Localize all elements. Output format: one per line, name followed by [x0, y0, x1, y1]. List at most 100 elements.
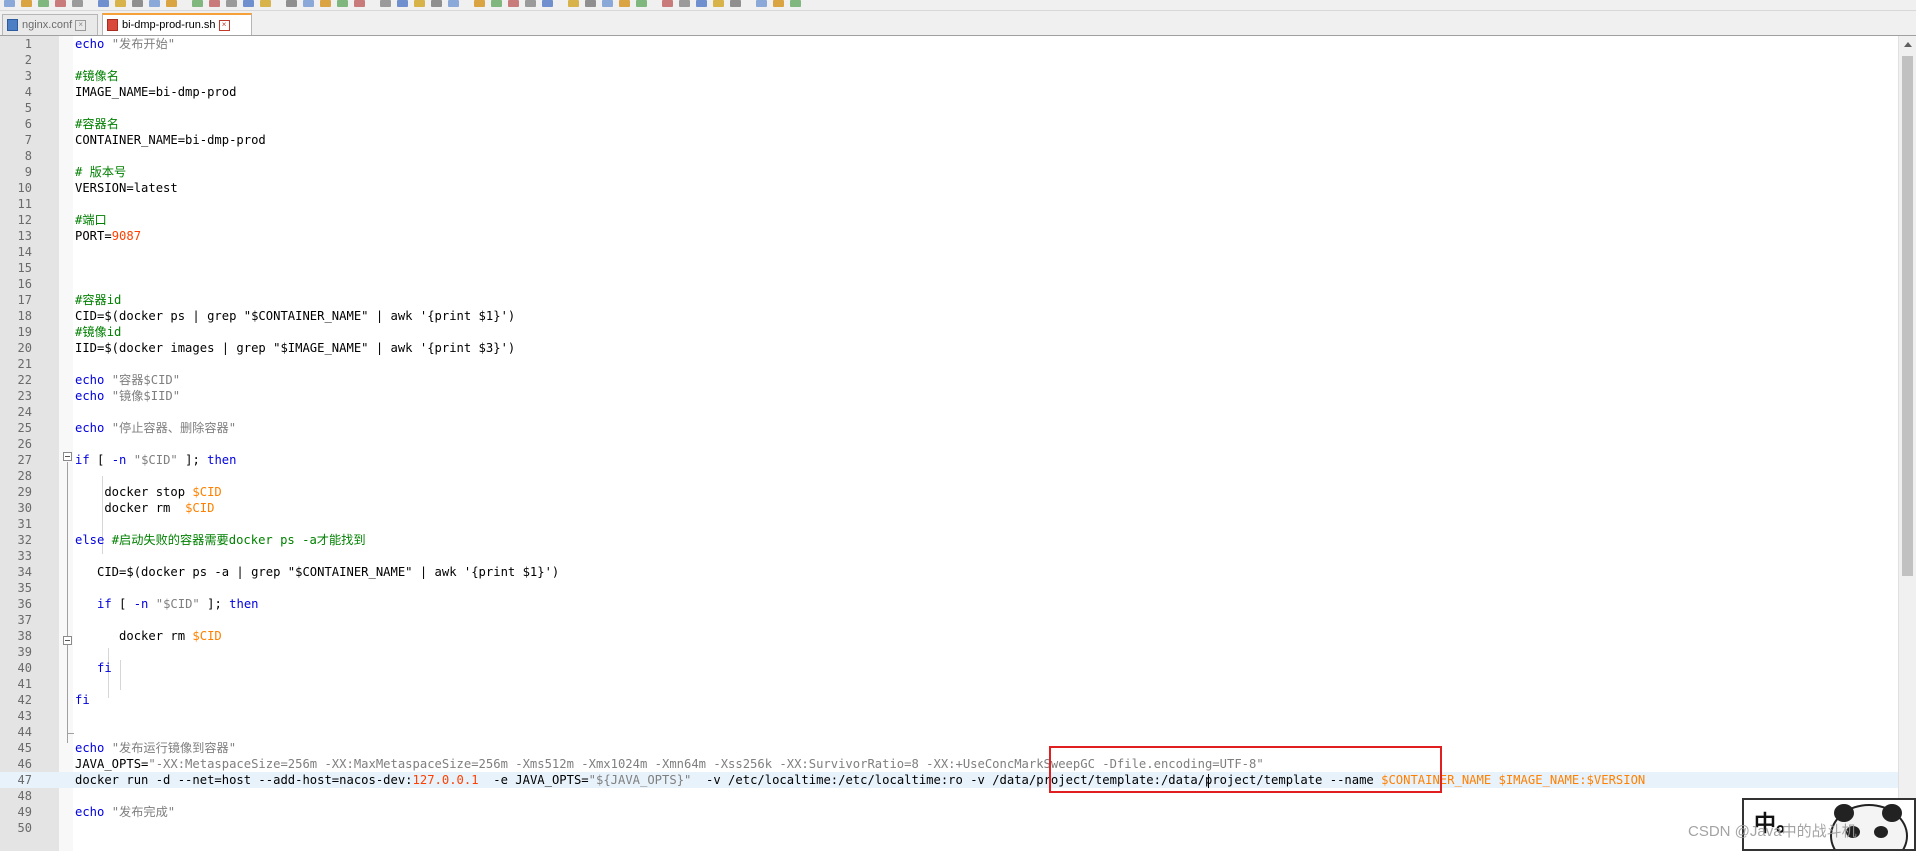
- code-line[interactable]: 37: [0, 612, 1898, 628]
- code-line[interactable]: 36 if [ -n "$CID" ]; then: [0, 596, 1898, 612]
- close-icon[interactable]: ×: [218, 19, 230, 31]
- toolbar-button-icon[interactable]: [713, 0, 724, 7]
- toolbar-button-icon[interactable]: [149, 0, 160, 7]
- toolbar-button-icon[interactable]: [431, 0, 442, 7]
- code-line[interactable]: 32 else #启动失败的容器需要docker ps -a才能找到: [0, 532, 1898, 548]
- code-line[interactable]: 19 #镜像id: [0, 324, 1898, 340]
- code-line[interactable]: 11: [0, 196, 1898, 212]
- toolbar-button-icon[interactable]: [448, 0, 459, 7]
- code-line[interactable]: 40 fi: [0, 660, 1898, 676]
- toolbar-button-icon[interactable]: [209, 0, 220, 7]
- close-icon[interactable]: ×: [75, 19, 87, 31]
- scrollbar-thumb[interactable]: [1902, 56, 1913, 576]
- toolbar-button-icon[interactable]: [115, 0, 126, 7]
- toolbar-button-icon[interactable]: [55, 0, 66, 7]
- toolbar-button-icon[interactable]: [474, 0, 485, 7]
- code-line[interactable]: 4 IMAGE_NAME=bi-dmp-prod: [0, 84, 1898, 100]
- toolbar-button-icon[interactable]: [679, 0, 690, 7]
- code-line[interactable]: 16: [0, 276, 1898, 292]
- toolbar-button-icon[interactable]: [756, 0, 767, 7]
- toolbar-button-icon[interactable]: [4, 0, 15, 7]
- code-line[interactable]: 46 JAVA_OPTS="-XX:MetaspaceSize=256m -XX:…: [0, 756, 1898, 772]
- code-line[interactable]: 27 if [ -n "$CID" ]; then: [0, 452, 1898, 468]
- code-line[interactable]: 33: [0, 548, 1898, 564]
- toolbar-button-icon[interactable]: [585, 0, 596, 7]
- toolbar-button-icon[interactable]: [602, 0, 613, 7]
- toolbar-button-icon[interactable]: [286, 0, 297, 7]
- code-line[interactable]: 41: [0, 676, 1898, 692]
- toolbar-button-icon[interactable]: [414, 0, 425, 7]
- code-line[interactable]: 24: [0, 404, 1898, 420]
- toolbar-button-icon[interactable]: [226, 0, 237, 7]
- vertical-scrollbar[interactable]: [1898, 36, 1916, 851]
- code-line[interactable]: 2: [0, 52, 1898, 68]
- toolbar-button-icon[interactable]: [38, 0, 49, 7]
- code-line[interactable]: 25 echo "停止容器、删除容器": [0, 420, 1898, 436]
- toolbar-button-icon[interactable]: [508, 0, 519, 7]
- code-line[interactable]: 17 #容器id: [0, 292, 1898, 308]
- code-line[interactable]: 10 VERSION=latest: [0, 180, 1898, 196]
- code-line[interactable]: 49 echo "发布完成": [0, 804, 1898, 820]
- code-line[interactable]: 22 echo "容器$CID": [0, 372, 1898, 388]
- toolbar-button-icon[interactable]: [696, 0, 707, 7]
- code-line[interactable]: 35: [0, 580, 1898, 596]
- code-line[interactable]: 39: [0, 644, 1898, 660]
- toolbar-button-icon[interactable]: [730, 0, 741, 7]
- toolbar-button-icon[interactable]: [636, 0, 647, 7]
- code-line[interactable]: 3 #镜像名: [0, 68, 1898, 84]
- code-line[interactable]: 6 #容器名: [0, 116, 1898, 132]
- toolbar-button-icon[interactable]: [491, 0, 502, 7]
- code-line[interactable]: 26: [0, 436, 1898, 452]
- code-line[interactable]: 47 docker run -d --net=host --add-host=na…: [0, 772, 1898, 788]
- code-editor[interactable]: 1 echo "发布开始" 2 3 #镜像名 4 IMAGE_NAME=bi-dmp-pro…: [0, 36, 1916, 851]
- toolbar-button-icon[interactable]: [790, 0, 801, 7]
- code-line[interactable]: 14: [0, 244, 1898, 260]
- toolbar-button-icon[interactable]: [320, 0, 331, 7]
- toolbar-button-icon[interactable]: [619, 0, 630, 7]
- tab-nginx-conf[interactable]: nginx.conf ×: [2, 14, 98, 35]
- code-line[interactable]: 15: [0, 260, 1898, 276]
- code-line[interactable]: 34 CID=$(docker ps -a | grep "$CONTAINER…: [0, 564, 1898, 580]
- toolbar-button-icon[interactable]: [166, 0, 177, 7]
- code-line[interactable]: 44: [0, 724, 1898, 740]
- code-line[interactable]: 21: [0, 356, 1898, 372]
- toolbar-button-icon[interactable]: [662, 0, 673, 7]
- scroll-up-icon[interactable]: [1904, 42, 1912, 47]
- toolbar-button-icon[interactable]: [21, 0, 32, 7]
- code-line[interactable]: 13 PORT=9087: [0, 228, 1898, 244]
- code-line[interactable]: 23 echo "镜像$IID": [0, 388, 1898, 404]
- code-line[interactable]: 38 docker rm $CID: [0, 628, 1898, 644]
- code-line[interactable]: 31: [0, 516, 1898, 532]
- toolbar-button-icon[interactable]: [260, 0, 271, 7]
- tab-bi-dmp-prod-run-sh[interactable]: bi-dmp-prod-run.sh ×: [102, 13, 252, 35]
- toolbar-button-icon[interactable]: [773, 0, 784, 7]
- toolbar-button-icon[interactable]: [72, 0, 83, 7]
- toolbar-button-icon[interactable]: [542, 0, 553, 7]
- code-line[interactable]: 50: [0, 820, 1898, 836]
- code-line[interactable]: 28: [0, 468, 1898, 484]
- toolbar-button-icon[interactable]: [132, 0, 143, 7]
- code-line[interactable]: 48: [0, 788, 1898, 804]
- code-line[interactable]: 8: [0, 148, 1898, 164]
- toolbar-button-icon[interactable]: [354, 0, 365, 7]
- toolbar-button-icon[interactable]: [303, 0, 314, 7]
- toolbar-button-icon[interactable]: [192, 0, 203, 7]
- code-line[interactable]: 20 IID=$(docker images | grep "$IMAGE_NAM…: [0, 340, 1898, 356]
- toolbar-button-icon[interactable]: [98, 0, 109, 7]
- code-line[interactable]: 18 CID=$(docker ps | grep "$CONTAINER_NAM…: [0, 308, 1898, 324]
- code-line[interactable]: 30 docker rm $CID: [0, 500, 1898, 516]
- toolbar-button-icon[interactable]: [337, 0, 348, 7]
- toolbar-button-icon[interactable]: [397, 0, 408, 7]
- code-line[interactable]: 45 echo "发布运行镜像到容器": [0, 740, 1898, 756]
- code-line[interactable]: 29 docker stop $CID: [0, 484, 1898, 500]
- toolbar-button-icon[interactable]: [525, 0, 536, 7]
- code-line[interactable]: 9 # 版本号: [0, 164, 1898, 180]
- code-line[interactable]: 7 CONTAINER_NAME=bi-dmp-prod: [0, 132, 1898, 148]
- code-line[interactable]: 5: [0, 100, 1898, 116]
- code-line[interactable]: 42 fi: [0, 692, 1898, 708]
- toolbar-button-icon[interactable]: [380, 0, 391, 7]
- code-line[interactable]: 1 echo "发布开始": [0, 36, 1898, 52]
- toolbar-button-icon[interactable]: [568, 0, 579, 7]
- code-line[interactable]: 43: [0, 708, 1898, 724]
- toolbar-button-icon[interactable]: [243, 0, 254, 7]
